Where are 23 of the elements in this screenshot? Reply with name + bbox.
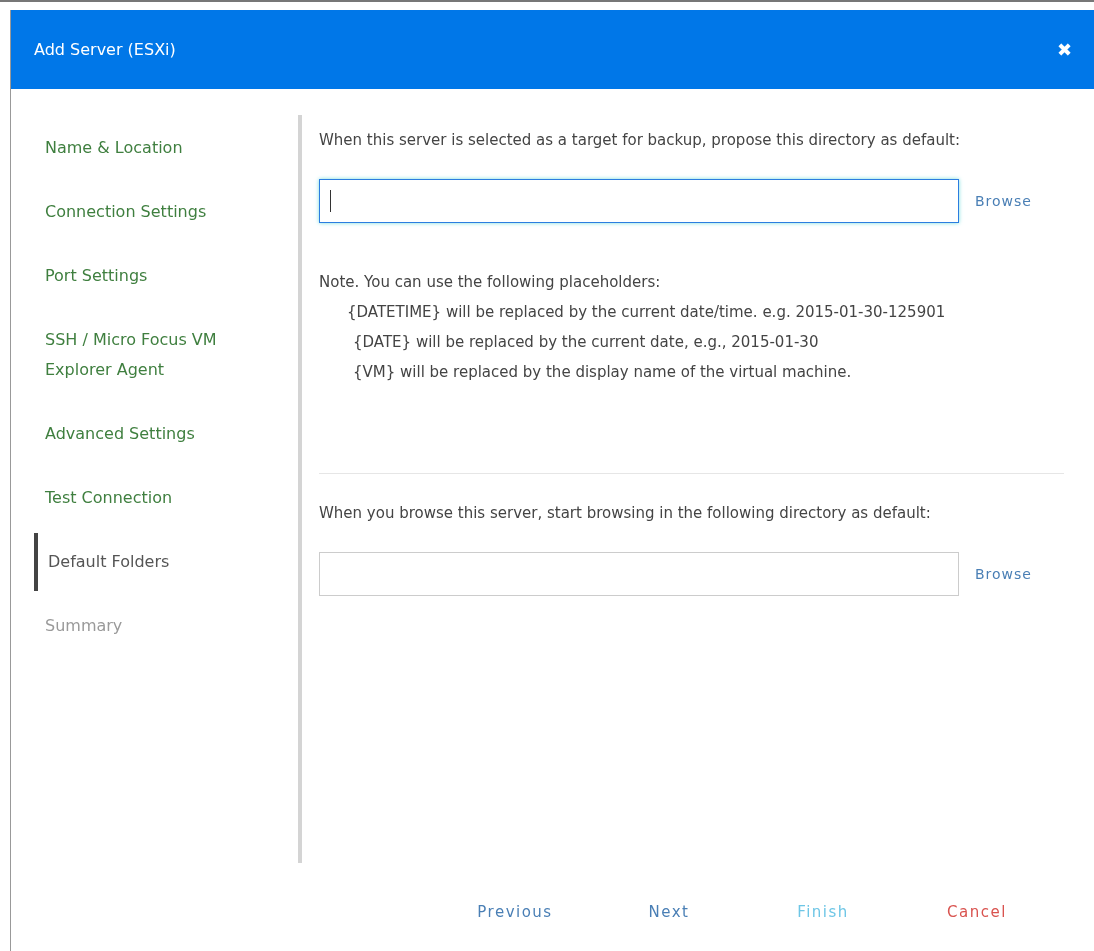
directory-field[interactable] bbox=[319, 552, 959, 596]
browse-link[interactable]: Browse bbox=[975, 566, 1032, 582]
cancel-button[interactable]: Cancel bbox=[900, 897, 1054, 927]
wizard-step[interactable]: Port Settings bbox=[35, 261, 255, 291]
note-text: Note. You can use the following placeholders: bbox=[319, 272, 662, 293]
note-text: {DATETIME} will be replaced by the current date/time. e.g. 2015-01-30-125901 bbox=[346, 302, 947, 323]
browse-link[interactable]: Browse bbox=[975, 193, 1032, 209]
wizard-button[interactable]: Previous bbox=[438, 897, 592, 927]
dialog-title: Add Server (ESXi) bbox=[34, 40, 176, 59]
note-text: {VM} will be replaced by the display name of the virtual machine. bbox=[352, 362, 853, 383]
wizard-step[interactable]: Summary bbox=[35, 611, 255, 641]
field-label: When you browse this server, start browsing in the following directory as default: bbox=[319, 504, 932, 522]
note-text: {DATE} will be replaced by the current date, e.g., 2015-01-30 bbox=[352, 332, 820, 353]
wizard-step[interactable]: SSH / Micro Focus VM Explorer Agent bbox=[35, 325, 255, 385]
directory-field[interactable] bbox=[319, 179, 959, 223]
wizard-button[interactable]: Next bbox=[592, 897, 746, 927]
wizard-step[interactable]: Advanced Settings bbox=[35, 419, 255, 449]
wizard-step[interactable]: Connection Settings bbox=[35, 197, 255, 227]
wizard-step[interactable]: Name & Location bbox=[35, 133, 255, 163]
close-button[interactable]: ✖ bbox=[1057, 38, 1072, 61]
wizard-step[interactable]: Default Folders bbox=[34, 533, 258, 591]
wizard-step[interactable]: Test Connection bbox=[35, 483, 255, 513]
field-label: When this server is selected as a target for backup, propose this directory as default: bbox=[319, 131, 961, 149]
